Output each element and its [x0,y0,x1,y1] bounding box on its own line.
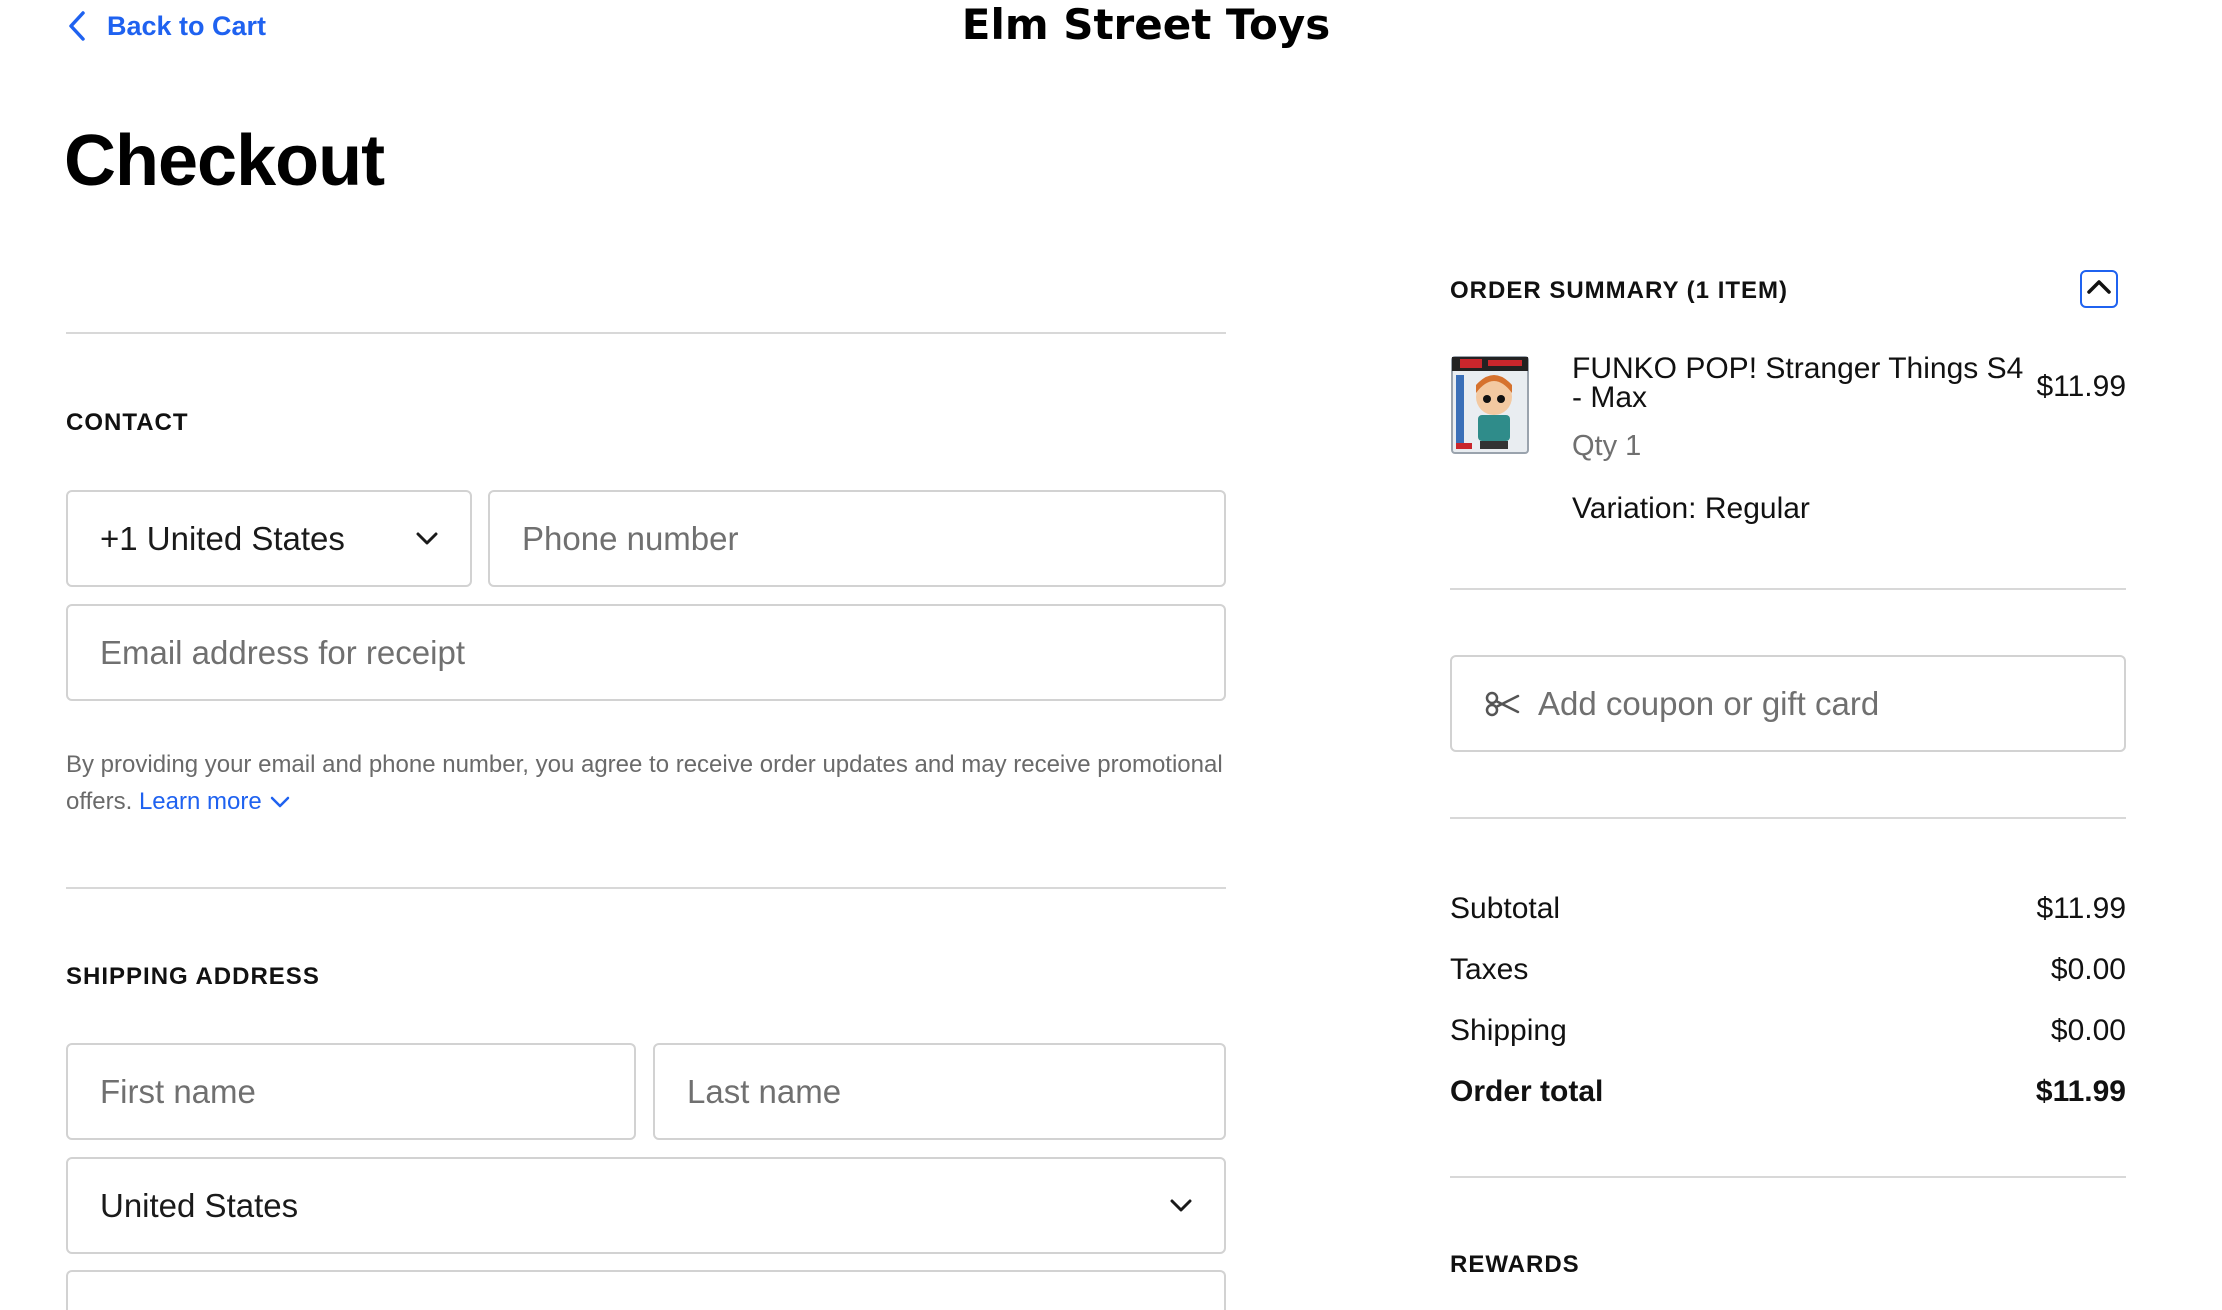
order-total-value: $11.99 [2035,1075,2126,1108]
chevron-down-icon [416,532,438,546]
country-code-value: +1 United States [100,519,345,557]
store-name: Elm Street Toys [0,0,2222,49]
divider [1450,817,2126,819]
order-summary-title: ORDER SUMMARY (1 ITEM) [1450,277,1789,304]
address-field[interactable] [66,1270,1226,1310]
shipping-label: Shipping [1450,1014,1567,1047]
chevron-down-icon [262,788,290,815]
store-name-text: Elm Street Toys [961,0,1331,49]
divider [1450,588,2126,590]
shipping-value: $0.00 [2050,1014,2126,1047]
phone-field[interactable] [488,490,1226,587]
page-title: Checkout [64,121,385,201]
item-price: $11.99 [2036,370,2126,403]
last-name-field[interactable] [653,1043,1226,1140]
item-name: FUNKO POP! Stranger Things S4 - Max [1572,352,2024,414]
email-field[interactable] [66,604,1226,701]
first-name-field[interactable] [66,1043,636,1140]
email-input[interactable] [100,633,1192,672]
order-total-label: Order total [1450,1075,1604,1108]
taxes-value: $0.00 [2050,953,2126,986]
item-variation: Variation: Regular [1572,492,1810,525]
rewards-section-label: REWARDS [1450,1251,1580,1278]
coupon-field[interactable] [1450,655,2126,752]
learn-more-label: Learn more [138,788,262,815]
divider [1450,1176,2126,1178]
shipping-country-value: United States [100,1186,299,1224]
item-quantity: Qty 1 [1572,430,1642,462]
shipping-section-label: SHIPPING ADDRESS [66,963,320,990]
tag-icon [1484,691,1520,717]
country-code-select[interactable]: +1 United States [66,490,472,587]
subtotal-label: Subtotal [1450,892,1561,925]
taxes-label: Taxes [1450,953,1529,986]
summary-toggle-button[interactable] [2080,270,2118,308]
divider [66,887,1226,889]
subtotal-value: $11.99 [2036,892,2126,925]
contact-section-label: CONTACT [66,409,189,436]
chevron-down-icon [1170,1199,1192,1213]
last-name-input[interactable] [687,1072,1192,1111]
learn-more-link[interactable]: Learn more [139,788,290,815]
divider [66,332,1226,334]
chevron-up-icon [2086,279,2112,300]
phone-input[interactable] [522,519,1192,558]
coupon-input[interactable] [1538,684,2092,723]
first-name-input[interactable] [100,1072,602,1111]
product-thumbnail [1450,355,1530,455]
contact-disclaimer: By providing your email and phone number… [66,746,1226,820]
shipping-country-select[interactable]: United States [66,1157,1226,1254]
